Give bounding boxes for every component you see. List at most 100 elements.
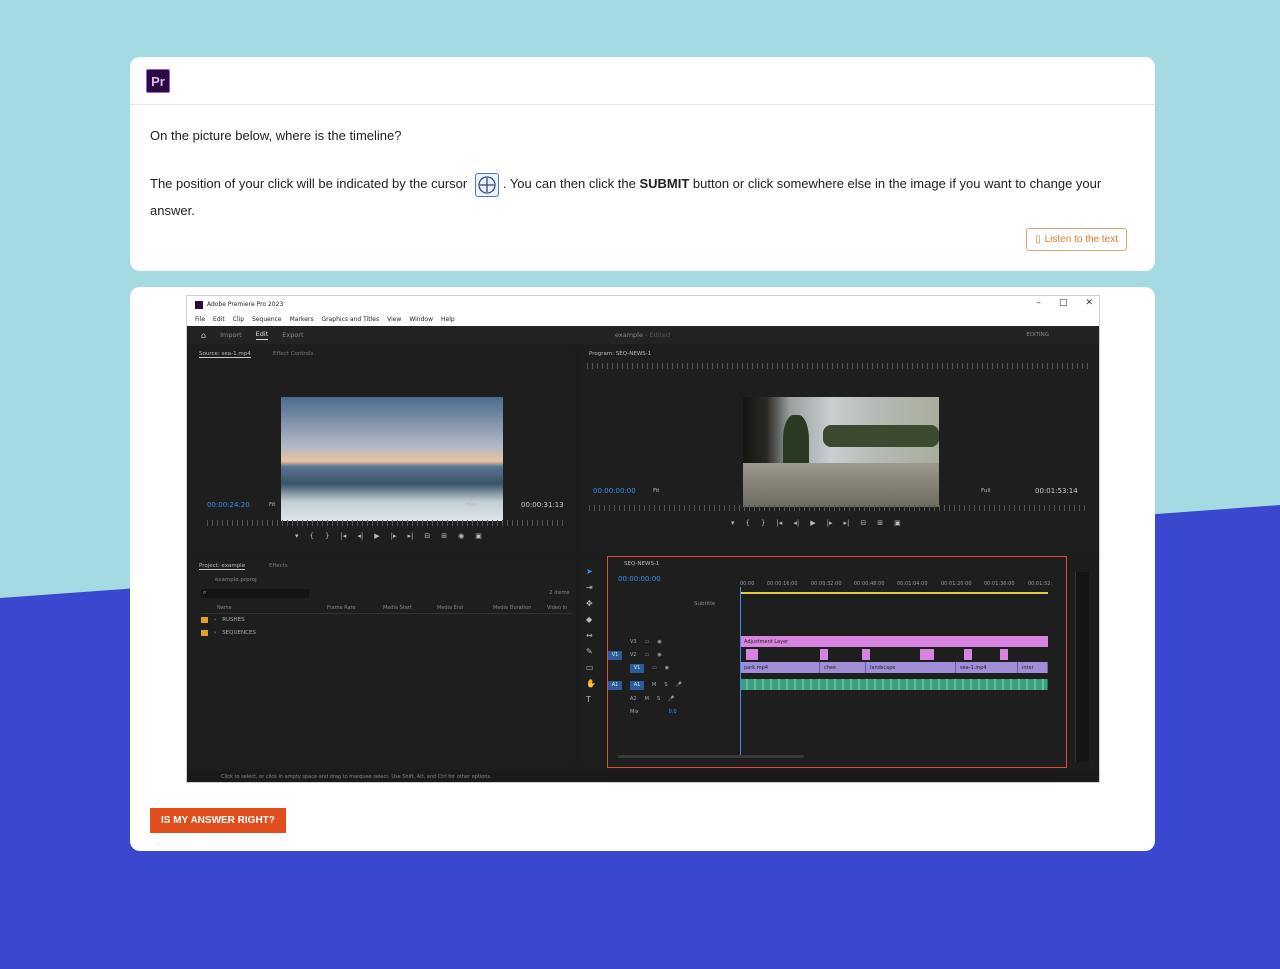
razor-icon[interactable]: ◆ bbox=[586, 615, 592, 624]
source-full-select[interactable]: Full bbox=[467, 502, 476, 508]
selection-tool-icon[interactable]: ➤ bbox=[586, 567, 593, 576]
source-fit-select[interactable]: Fit bbox=[269, 502, 275, 508]
track-select-icon[interactable]: ⇥ bbox=[586, 583, 593, 592]
clip-landscape[interactable]: landscape bbox=[866, 662, 956, 673]
tab-edit[interactable]: Edit bbox=[255, 330, 269, 340]
v2-clip[interactable] bbox=[964, 649, 972, 660]
window-titlebar: Adobe Premiere Pro 2023 – □ ✕ bbox=[187, 296, 1099, 313]
project-file: example.prproj bbox=[215, 577, 257, 583]
card-header: Pr bbox=[130, 57, 1155, 105]
track-v1[interactable]: V1 ▭ ◉ bbox=[608, 662, 738, 674]
clip-park[interactable]: park.mp4 bbox=[740, 662, 820, 673]
clip-chee[interactable]: chee bbox=[820, 662, 866, 673]
home-icon[interactable]: ⌂ bbox=[201, 331, 206, 340]
timeline-tab[interactable]: SEQ-NEWS-1 bbox=[624, 561, 659, 567]
source-ruler[interactable] bbox=[207, 520, 567, 526]
menu-file[interactable]: File bbox=[195, 316, 205, 323]
listen-button[interactable]: ▯ Listen to the text bbox=[1026, 228, 1127, 251]
pen-icon[interactable]: ✎ bbox=[586, 647, 593, 656]
audio-icon: ▯ bbox=[1035, 234, 1041, 245]
source-timecode[interactable]: 00:00:24:20 bbox=[207, 501, 250, 509]
menu-markers[interactable]: Markers bbox=[290, 316, 314, 323]
premiere-screenshot[interactable]: Adobe Premiere Pro 2023 – □ ✕ File Edit … bbox=[186, 295, 1100, 783]
premiere-logo: Pr bbox=[146, 69, 170, 93]
slip-icon[interactable]: ↔ bbox=[586, 631, 593, 640]
program-fit-select[interactable]: Fit bbox=[653, 488, 659, 494]
project-tab[interactable]: Project: example bbox=[199, 563, 246, 570]
instr-submit: SUBMIT bbox=[639, 176, 690, 191]
menu-bar: File Edit Clip Sequence Markers Graphics… bbox=[187, 313, 1099, 326]
v2-clip[interactable] bbox=[1000, 649, 1008, 660]
v2-clip[interactable] bbox=[862, 649, 870, 660]
instructions: The position of your click will be indic… bbox=[150, 170, 1135, 224]
tab-import[interactable]: Import bbox=[220, 331, 242, 339]
track-a2[interactable]: A2 M S 🎤 bbox=[608, 693, 738, 705]
menu-help[interactable]: Help bbox=[441, 316, 455, 323]
effect-controls-tab[interactable]: Effect Controls bbox=[273, 351, 313, 357]
ripple-icon[interactable]: ✥ bbox=[586, 599, 593, 608]
hand-icon[interactable]: ✋ bbox=[586, 679, 596, 688]
project-search[interactable]: ⌕ bbox=[201, 589, 309, 598]
menu-edit[interactable]: Edit bbox=[213, 316, 225, 323]
crosshair-cursor-icon bbox=[474, 172, 499, 197]
subtitle-track: Subtitle bbox=[694, 601, 716, 607]
close-icon[interactable]: ✕ bbox=[1085, 298, 1093, 308]
rectangle-icon[interactable]: ▭ bbox=[586, 663, 594, 672]
program-video-frame bbox=[743, 397, 939, 507]
source-tab[interactable]: Source: sea-1.mp4 bbox=[199, 351, 251, 358]
window-title: Adobe Premiere Pro 2023 bbox=[207, 301, 284, 308]
timeline-panel[interactable]: SEQ-NEWS-1 00:00:00:00 00:00 00:00:16:00… bbox=[607, 556, 1067, 768]
instr-part-2: . You can then click the bbox=[502, 176, 636, 191]
instr-part-1: The position of your click will be indic… bbox=[150, 176, 468, 191]
clip-sea[interactable]: sea-1.mp4 bbox=[956, 662, 1018, 673]
menu-window[interactable]: Window bbox=[409, 316, 433, 323]
window-controls: – □ ✕ bbox=[1036, 298, 1093, 308]
project-title: example - Edited bbox=[615, 331, 671, 339]
type-tool-icon[interactable]: T bbox=[586, 695, 591, 704]
program-full-select[interactable]: Full bbox=[981, 488, 990, 494]
timeline-scrollbar[interactable] bbox=[618, 755, 804, 758]
program-duration: 00:01:53:14 bbox=[1035, 487, 1078, 495]
listen-label: Listen to the text bbox=[1044, 234, 1118, 245]
question-card: Pr On the picture below, where is the ti… bbox=[130, 57, 1155, 271]
editing-label: EDITING bbox=[1026, 332, 1049, 338]
items-count: 2 items bbox=[549, 590, 570, 596]
v2-clip[interactable] bbox=[920, 649, 934, 660]
effects-tab[interactable]: Effects bbox=[269, 563, 288, 569]
list-item[interactable]: › SEQUENCES bbox=[201, 630, 256, 636]
menu-view[interactable]: View bbox=[387, 316, 401, 323]
program-monitor[interactable]: Program: SEQ-NEWS-1 00:00:00:00 Fit Full… bbox=[581, 347, 1097, 554]
track-v3[interactable]: V3 ▭ ◉ bbox=[608, 636, 738, 648]
timeline-timecode[interactable]: 00:00:00:00 bbox=[618, 575, 661, 583]
question-text: On the picture below, where is the timel… bbox=[150, 128, 402, 143]
image-card: Adobe Premiere Pro 2023 – □ ✕ File Edit … bbox=[130, 287, 1155, 851]
program-tab[interactable]: Program: SEQ-NEWS-1 bbox=[589, 351, 651, 357]
v2-clip[interactable] bbox=[820, 649, 828, 660]
list-item[interactable]: › RUSHES bbox=[201, 617, 245, 623]
track-a1[interactable]: A1 A1 M S 🎤 bbox=[608, 679, 738, 691]
tab-export[interactable]: Export bbox=[282, 331, 303, 339]
submit-answer-button[interactable]: IS MY ANSWER RIGHT? bbox=[150, 808, 286, 833]
menu-graphics[interactable]: Graphics and Titles bbox=[322, 316, 380, 323]
source-controls[interactable]: ▾{} |◂ ◂| ▶ |▸ ▸| ⊟ ⊞ ◉ ▣ bbox=[295, 532, 482, 540]
maximize-icon[interactable]: □ bbox=[1059, 298, 1068, 308]
project-columns: Name Frame Rate Media Start Media End Me… bbox=[201, 605, 571, 614]
project-panel[interactable]: Project: example Effects example.prproj … bbox=[191, 559, 575, 765]
v2-clip[interactable] bbox=[746, 649, 758, 660]
playhead[interactable] bbox=[740, 587, 741, 755]
adjustment-layer-clip[interactable]: Adjustment Layer bbox=[740, 636, 1048, 647]
source-monitor[interactable]: Source: sea-1.mp4 Effect Controls 00:00:… bbox=[191, 347, 575, 554]
timeline-time-ruler[interactable]: 00:00 00:00:16:00 00:00:32:00 00:00:48:0… bbox=[740, 581, 1056, 597]
app-icon bbox=[195, 300, 203, 309]
audio-clip[interactable] bbox=[740, 679, 1048, 690]
program-ruler[interactable] bbox=[589, 505, 1085, 511]
menu-clip[interactable]: Clip bbox=[233, 316, 244, 323]
minimize-icon[interactable]: – bbox=[1036, 298, 1041, 308]
track-v2[interactable]: V1 V2 ▭ ◉ bbox=[608, 649, 738, 661]
track-mix: Mix 0,0 bbox=[630, 709, 677, 715]
clip-inter[interactable]: inter bbox=[1018, 662, 1048, 673]
tools-panel: ➤ ⇥ ✥ ◆ ↔ ✎ ▭ ✋ T bbox=[581, 559, 603, 765]
program-timecode[interactable]: 00:00:00:00 bbox=[593, 487, 636, 495]
program-controls[interactable]: ▾{} |◂ ◂| ▶ |▸ ▸| ⊟ ⊞ ▣ bbox=[731, 519, 901, 527]
menu-sequence[interactable]: Sequence bbox=[252, 316, 282, 323]
